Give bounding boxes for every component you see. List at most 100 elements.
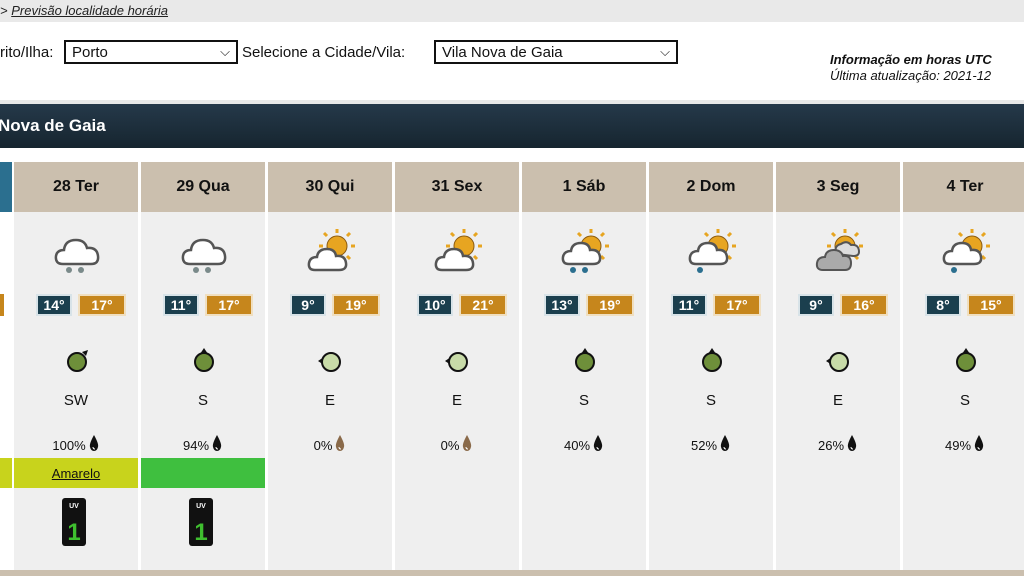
wind-direction: S	[578, 392, 589, 409]
forecast-grid: 28 Ter 14° 17° SW 100% Amarelo UV 1 29 Qua 11° 17°…	[0, 152, 1024, 576]
sun-cloud-drizzle-icon	[940, 226, 992, 274]
warning-bar[interactable]: Amarelo	[14, 458, 138, 488]
uv-label: UV	[196, 503, 206, 510]
sun-cloud-icon	[432, 226, 484, 274]
raindrop-icon	[209, 435, 223, 453]
precip-value: 0%	[440, 438, 460, 453]
wind-direction: E	[832, 392, 843, 409]
city-select-value: Vila Nova de Gaia	[442, 43, 563, 61]
temp-max: 17°	[205, 294, 253, 316]
precip-probability: 100%	[14, 434, 138, 453]
temp-min: 9°	[290, 294, 326, 316]
uv-value: 1	[67, 519, 80, 546]
temp-min: 8°	[925, 294, 961, 316]
day-header: 30 Qui	[268, 162, 392, 212]
wind-arrow-e-icon	[826, 348, 852, 374]
temp-max: 16°	[840, 294, 888, 316]
raindrop-icon	[844, 435, 858, 453]
breadcrumb-link[interactable]: Previsão localidade horária	[11, 3, 168, 18]
temp-min: 11°	[671, 294, 707, 316]
sun-clouds-icon	[813, 226, 865, 274]
filter-bar: rito/Ilha: Porto ⌵ Selecione a Cidade/Vi…	[0, 30, 1024, 98]
breadcrumb-bar: > Previsão localidade horária	[0, 0, 1024, 22]
forecast-day-column: 4 Ter 8° 15° S 49%	[903, 162, 1024, 576]
wind-direction: S	[197, 392, 208, 409]
wind-arrow-e-icon	[318, 348, 344, 374]
precip-value: 100%	[52, 438, 86, 453]
warning-bar[interactable]	[141, 458, 265, 488]
temp-min: 13°	[544, 294, 580, 316]
temp-min: 14°	[36, 294, 72, 316]
day-header: 3 Seg	[776, 162, 900, 212]
forecast-day-column: 31 Sex 10° 21° E 0%	[395, 162, 519, 576]
temp-min: 10°	[417, 294, 453, 316]
city-title: Nova de Gaia	[0, 116, 106, 135]
raindrop-icon	[459, 435, 473, 453]
day-header: 2 Dom	[649, 162, 773, 212]
district-select-value: Porto	[72, 43, 108, 61]
forecast-day-column: 1 Sáb 13° 19° S 40%	[522, 162, 646, 576]
cloud-rain-icon	[51, 226, 103, 274]
raindrop-icon	[590, 435, 604, 453]
temp-max: 17°	[713, 294, 761, 316]
day-header: 28 Ter	[14, 162, 138, 212]
forecast-day-column: 3 Seg 9° 16° E 26%	[776, 162, 900, 576]
day-header: 4 Ter	[903, 162, 1024, 212]
district-select[interactable]: Porto ⌵	[64, 40, 238, 64]
precip-probability: 0%	[395, 434, 519, 453]
raindrop-icon	[971, 435, 985, 453]
uv-value: 1	[194, 519, 207, 546]
precip-value: 0%	[313, 438, 333, 453]
uv-label: UV	[69, 503, 79, 510]
city-title-bar: Nova de Gaia	[0, 100, 1024, 148]
cloud-rain-icon	[178, 226, 230, 274]
previous-day-temp	[0, 294, 4, 316]
wind-direction: E	[451, 392, 462, 409]
precip-probability: 0%	[268, 434, 392, 453]
forecast-day-column: 28 Ter 14° 17° SW 100% Amarelo UV 1	[14, 162, 138, 576]
forecast-day-column: 2 Dom 11° 17° S 52%	[649, 162, 773, 576]
update-info: Informação em horas UTC Última atualizaç…	[830, 52, 1024, 84]
precip-value: 49%	[944, 438, 972, 453]
raindrop-icon	[717, 435, 731, 453]
temp-max: 21°	[459, 294, 507, 316]
wind-arrow-sw-icon	[64, 348, 90, 374]
wind-direction: SW	[63, 392, 89, 409]
breadcrumb: > Previsão localidade horária	[0, 3, 168, 18]
forecast-day-column: 30 Qui 9° 19° E 0%	[268, 162, 392, 576]
wind-direction: S	[705, 392, 716, 409]
sun-cloud-rain-icon	[559, 226, 611, 274]
temp-max: 19°	[332, 294, 380, 316]
day-header: 1 Sáb	[522, 162, 646, 212]
precip-probability: 52%	[649, 434, 773, 453]
temp-max: 19°	[586, 294, 634, 316]
wind-arrow-s-icon	[191, 348, 217, 374]
precip-probability: 26%	[776, 434, 900, 453]
day-header: 29 Qua	[141, 162, 265, 212]
sun-cloud-icon	[305, 226, 357, 274]
precip-value: 94%	[182, 438, 210, 453]
chevron-down-icon: ⌵	[660, 44, 670, 59]
wind-arrow-s-icon	[699, 348, 725, 374]
sun-cloud-drizzle-icon	[686, 226, 738, 274]
temp-min: 11°	[163, 294, 199, 316]
uv-index-icon: UV 1	[189, 498, 213, 546]
precip-value: 52%	[690, 438, 718, 453]
chevron-down-icon: ⌵	[220, 44, 230, 59]
temp-max: 15°	[967, 294, 1015, 316]
breadcrumb-arrow: >	[0, 3, 8, 18]
utc-notice: Informação em horas UTC	[830, 52, 992, 67]
raindrop-icon	[332, 435, 346, 453]
previous-day-header	[0, 162, 12, 212]
last-update: Última atualização: 2021-12	[830, 68, 992, 83]
wind-arrow-s-icon	[953, 348, 979, 374]
district-label: rito/Ilha:	[0, 44, 54, 61]
uv-index-icon: UV 1	[62, 498, 86, 546]
precip-probability: 94%	[141, 434, 265, 453]
city-select[interactable]: Vila Nova de Gaia ⌵	[434, 40, 678, 64]
precip-value: 26%	[817, 438, 845, 453]
precip-value: 40%	[563, 438, 591, 453]
precip-probability: 49%	[903, 434, 1024, 453]
forecast-day-column: 29 Qua 11° 17° S 94% UV 1	[141, 162, 265, 576]
previous-day-column	[0, 152, 12, 576]
